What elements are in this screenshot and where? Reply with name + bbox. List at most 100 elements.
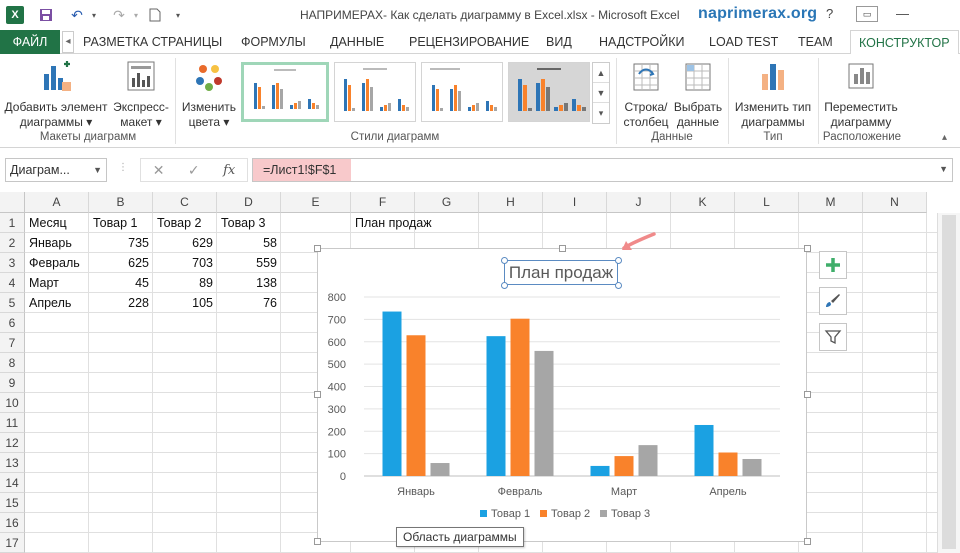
- column-header-A[interactable]: A: [25, 192, 89, 213]
- tab-addins[interactable]: НАДСТРОЙКИ: [599, 30, 685, 54]
- chart-resize-handle[interactable]: [804, 391, 811, 398]
- chart-title[interactable]: План продаж: [504, 260, 618, 285]
- change-chart-type-button[interactable]: Изменить тип диаграммы: [732, 60, 814, 130]
- cell-C3[interactable]: 703: [153, 253, 217, 273]
- chart-area[interactable]: 0 100 200 300 400 500 600 700 800 Январь Февраль Ма…: [317, 248, 807, 542]
- chart-style-2[interactable]: [334, 62, 416, 122]
- column-header-C[interactable]: C: [153, 192, 217, 213]
- chart-style-4[interactable]: [508, 62, 590, 122]
- customize-toolbar-icon[interactable]: ▾: [172, 5, 184, 25]
- row-header-1[interactable]: 1: [0, 213, 25, 233]
- column-header-K[interactable]: K: [671, 192, 735, 213]
- row-header-11[interactable]: 11: [0, 413, 25, 433]
- cell-C5[interactable]: 105: [153, 293, 217, 313]
- insert-function-icon[interactable]: fx: [223, 163, 235, 178]
- switch-row-column-button[interactable]: Строка/ столбец: [620, 60, 672, 130]
- style-gallery-scroll[interactable]: ▲ ▼ ▾: [592, 62, 610, 124]
- undo-icon[interactable]: ↶: [66, 5, 88, 25]
- cell-C2[interactable]: 629: [153, 233, 217, 253]
- gallery-up-icon[interactable]: ▲: [593, 63, 609, 83]
- redo-dropdown-icon[interactable]: ▾: [130, 5, 142, 25]
- chart-resize-handle[interactable]: [804, 245, 811, 252]
- tab-review[interactable]: РЕЦЕНЗИРОВАНИЕ: [409, 30, 529, 54]
- column-header-N[interactable]: N: [863, 192, 927, 213]
- row-header-2[interactable]: 2: [0, 233, 25, 253]
- row-header-6[interactable]: 6: [0, 313, 25, 333]
- column-header-D[interactable]: D: [217, 192, 281, 213]
- column-header-G[interactable]: G: [415, 192, 479, 213]
- select-all-corner[interactable]: [0, 192, 25, 213]
- row-header-16[interactable]: 16: [0, 513, 25, 533]
- column-header-I[interactable]: I: [543, 192, 607, 213]
- chart-resize-handle[interactable]: [314, 245, 321, 252]
- row-header-13[interactable]: 13: [0, 453, 25, 473]
- column-header-M[interactable]: M: [799, 192, 863, 213]
- tab-team[interactable]: TEAM: [798, 30, 833, 54]
- column-header-J[interactable]: J: [607, 192, 671, 213]
- cell-F1[interactable]: План продаж: [351, 213, 479, 233]
- row-header-15[interactable]: 15: [0, 493, 25, 513]
- collapse-ribbon-icon[interactable]: ▴: [942, 132, 947, 143]
- vertical-scrollbar[interactable]: [937, 213, 960, 553]
- cell-A3[interactable]: Февраль: [25, 253, 89, 273]
- select-data-button[interactable]: Выбрать данные: [672, 60, 724, 130]
- tab-file[interactable]: ФАЙЛ: [0, 30, 60, 54]
- save-icon[interactable]: [36, 5, 56, 25]
- cancel-icon[interactable]: ✕: [153, 162, 165, 179]
- cell-A4[interactable]: Март: [25, 273, 89, 293]
- change-colors-button[interactable]: Изменить цвета ▾: [180, 60, 238, 130]
- cell-C1[interactable]: Товар 2: [153, 213, 217, 233]
- chart-filters-button[interactable]: [819, 323, 847, 351]
- chart-style-1[interactable]: [241, 62, 329, 122]
- cell-D4[interactable]: 138: [217, 273, 281, 293]
- column-header-L[interactable]: L: [735, 192, 799, 213]
- tab-data[interactable]: ДАННЫЕ: [330, 30, 384, 54]
- quick-layout-button[interactable]: Экспресс- макет ▾: [110, 60, 172, 130]
- cell-B2[interactable]: 735: [89, 233, 153, 253]
- name-box-dropdown-icon[interactable]: ▼: [93, 159, 102, 181]
- chart-elements-button[interactable]: [819, 251, 847, 279]
- tab-scroll-left-icon[interactable]: ◂: [62, 31, 74, 53]
- tab-load-test[interactable]: LOAD TEST: [709, 30, 778, 54]
- gallery-down-icon[interactable]: ▼: [593, 83, 609, 103]
- minimize-icon[interactable]: —: [896, 6, 909, 21]
- chart-resize-handle[interactable]: [314, 538, 321, 545]
- cell-A1[interactable]: Месяц: [25, 213, 89, 233]
- row-header-9[interactable]: 9: [0, 373, 25, 393]
- cell-D3[interactable]: 559: [217, 253, 281, 273]
- chart-styles-button[interactable]: [819, 287, 847, 315]
- tab-view[interactable]: ВИД: [546, 30, 572, 54]
- cell-A2[interactable]: Январь: [25, 233, 89, 253]
- tab-page-layout[interactable]: РАЗМЕТКА СТРАНИЦЫ: [83, 30, 222, 54]
- cell-D1[interactable]: Товар 3: [217, 213, 281, 233]
- column-header-B[interactable]: B: [89, 192, 153, 213]
- name-box[interactable]: Диаграм... ▼: [5, 158, 107, 182]
- cell-D5[interactable]: 76: [217, 293, 281, 313]
- move-chart-button[interactable]: Переместить диаграмму: [822, 60, 900, 130]
- cell-D2[interactable]: 58: [217, 233, 281, 253]
- row-header-10[interactable]: 10: [0, 393, 25, 413]
- row-header-14[interactable]: 14: [0, 473, 25, 493]
- help-icon[interactable]: ?: [826, 6, 833, 21]
- gallery-more-icon[interactable]: ▾: [593, 103, 609, 123]
- cell-B1[interactable]: Товар 1: [89, 213, 153, 233]
- ribbon-display-icon[interactable]: ▭: [856, 6, 878, 22]
- row-header-3[interactable]: 3: [0, 253, 25, 273]
- column-header-E[interactable]: E: [281, 192, 351, 213]
- expand-formula-icon[interactable]: ▼: [939, 164, 948, 174]
- chart-resize-handle[interactable]: [804, 538, 811, 545]
- cell-B5[interactable]: 228: [89, 293, 153, 313]
- tab-design[interactable]: КОНСТРУКТОР: [850, 30, 959, 55]
- redo-icon[interactable]: ↷: [108, 5, 130, 25]
- cell-A5[interactable]: Апрель: [25, 293, 89, 313]
- add-chart-element-button[interactable]: Добавить элемент диаграммы ▾: [4, 60, 108, 130]
- tab-formulas[interactable]: ФОРМУЛЫ: [241, 30, 306, 54]
- undo-dropdown-icon[interactable]: ▾: [88, 5, 100, 25]
- row-header-8[interactable]: 8: [0, 353, 25, 373]
- cell-B4[interactable]: 45: [89, 273, 153, 293]
- row-header-12[interactable]: 12: [0, 433, 25, 453]
- chart-resize-handle[interactable]: [314, 391, 321, 398]
- chart-resize-handle[interactable]: [559, 245, 566, 252]
- chart-style-3[interactable]: [421, 62, 503, 122]
- row-header-5[interactable]: 5: [0, 293, 25, 313]
